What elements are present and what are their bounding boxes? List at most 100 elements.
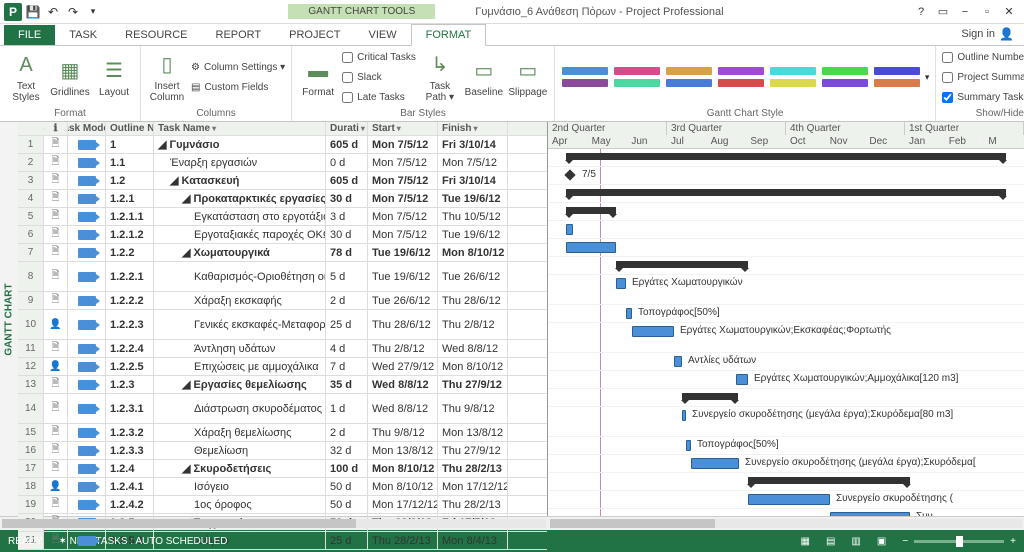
finish-cell[interactable]: Thu 28/2/13: [438, 496, 508, 513]
task-bar[interactable]: [830, 512, 910, 516]
duration-cell[interactable]: 50 d: [326, 496, 368, 513]
undo-icon[interactable]: ↶: [44, 3, 62, 21]
task-grid[interactable]: ℹ Task Mode▾ Outline Number▾ Task Name▾ …: [18, 122, 548, 516]
start-cell[interactable]: Thu 2/8/12: [368, 340, 438, 357]
row-number[interactable]: 17: [18, 460, 44, 477]
finish-cell[interactable]: Mon 17/12/12: [438, 478, 508, 495]
gantt-row[interactable]: Εργάτες Χωματουργικών;Αμμοχάλικα[120 m3]: [548, 371, 1024, 389]
duration-cell[interactable]: 100 d: [326, 460, 368, 477]
start-cell[interactable]: Thu 9/8/12: [368, 424, 438, 441]
finish-cell[interactable]: Thu 28/6/12: [438, 292, 508, 309]
start-cell[interactable]: Thu 28/6/12: [368, 310, 438, 339]
start-cell[interactable]: Tue 19/6/12: [368, 244, 438, 261]
task-mode-cell[interactable]: [68, 460, 106, 477]
duration-cell[interactable]: 25 d: [326, 310, 368, 339]
task-name-cell[interactable]: Επιχώσεις με αμμοχάλικα: [154, 358, 326, 375]
task-mode-cell[interactable]: [68, 424, 106, 441]
summary-bar[interactable]: [566, 153, 1006, 160]
zoom-in-icon[interactable]: +: [1010, 536, 1016, 547]
qat-more-icon[interactable]: ▾: [84, 3, 102, 21]
outline-cell[interactable]: 1.2.2.5: [106, 358, 154, 375]
layout-button[interactable]: ☰Layout: [94, 57, 134, 98]
task-mode-cell[interactable]: [68, 376, 106, 393]
table-row[interactable]: 11🗎1.2.2.4Άντληση υδάτων4 dThu 2/8/12Wed…: [18, 340, 547, 358]
task-bar[interactable]: [748, 494, 830, 505]
task-mode-cell[interactable]: [68, 226, 106, 243]
row-number[interactable]: 18: [18, 478, 44, 495]
summary-bar[interactable]: [616, 261, 748, 268]
table-row[interactable]: 8🗎1.2.2.1Καθαρισμός-Οριοθέτηση οικοπέδου…: [18, 262, 547, 292]
task-name-cell[interactable]: Ισόγειο: [154, 478, 326, 495]
horizontal-scrollbars[interactable]: [0, 516, 1024, 530]
outline-cell[interactable]: 1.2.1.1: [106, 208, 154, 225]
table-row[interactable]: 12👤1.2.2.5Επιχώσεις με αμμοχάλικα7 dWed …: [18, 358, 547, 376]
task-name-cell[interactable]: ◢ Εργασίες θεμελίωσης: [154, 376, 326, 393]
row-number[interactable]: 16: [18, 442, 44, 459]
summary-tasks-check[interactable]: Summary Tasks: [942, 88, 1024, 106]
outline-cell[interactable]: 1.2.4: [106, 460, 154, 477]
duration-cell[interactable]: 30 d: [326, 190, 368, 207]
outline-cell[interactable]: 1.2.2.1: [106, 262, 154, 291]
row-number[interactable]: 9: [18, 292, 44, 309]
finish-cell[interactable]: Wed 8/8/12: [438, 340, 508, 357]
outline-cell[interactable]: 1: [106, 136, 154, 153]
finish-cell[interactable]: Fri 3/10/14: [438, 172, 508, 189]
task-name-cell[interactable]: Εγκατάσταση στο εργοτάξιο: [154, 208, 326, 225]
start-cell[interactable]: Mon 17/12/12: [368, 496, 438, 513]
gantt-row[interactable]: [548, 221, 1024, 239]
table-row[interactable]: 18👤1.2.4.1Ισόγειο50 dMon 8/10/12Mon 17/1…: [18, 478, 547, 496]
row-number[interactable]: 2: [18, 154, 44, 171]
finish-cell[interactable]: Mon 8/4/13: [438, 532, 508, 549]
insert-column-button[interactable]: ▯Insert Column: [147, 51, 187, 103]
duration-cell[interactable]: 605 d: [326, 136, 368, 153]
gantt-row[interactable]: [548, 473, 1024, 491]
outline-cell[interactable]: 1.2.4.1: [106, 478, 154, 495]
col-duration[interactable]: Durati▾: [326, 122, 368, 135]
task-name-cell[interactable]: Χάραξη εκσκαφής: [154, 292, 326, 309]
table-row[interactable]: 4🗎1.2.1◢ Προκαταρκτικές εργασίες30 dMon …: [18, 190, 547, 208]
gridlines-button[interactable]: ▦Gridlines: [50, 57, 90, 98]
col-outline[interactable]: Outline Number▾: [106, 122, 154, 135]
view-shortcut-task[interactable]: ▤: [826, 536, 835, 547]
critical-tasks-check[interactable]: Critical Tasks: [342, 48, 416, 66]
duration-cell[interactable]: 50 d: [326, 478, 368, 495]
tab-task[interactable]: TASK: [55, 25, 111, 45]
outline-cell[interactable]: 1.2: [106, 172, 154, 189]
task-mode-cell[interactable]: [68, 136, 106, 153]
finish-cell[interactable]: Mon 7/5/12: [438, 154, 508, 171]
table-row[interactable]: 19🗎1.2.4.21ος όροφος50 dMon 17/12/12Thu …: [18, 496, 547, 514]
row-number[interactable]: 10: [18, 310, 44, 339]
task-bar[interactable]: [566, 224, 573, 235]
task-name-cell[interactable]: ◢ Χωματουργικά: [154, 244, 326, 261]
start-cell[interactable]: Mon 7/5/12: [368, 136, 438, 153]
task-bar[interactable]: [632, 326, 674, 337]
outline-cell[interactable]: 1.2.4.2: [106, 496, 154, 513]
duration-cell[interactable]: 2 d: [326, 292, 368, 309]
row-number[interactable]: 5: [18, 208, 44, 225]
finish-cell[interactable]: Thu 9/8/12: [438, 394, 508, 423]
summary-bar[interactable]: [566, 189, 1006, 196]
close-button[interactable]: ✕: [1000, 3, 1018, 21]
duration-cell[interactable]: 25 d: [326, 532, 368, 549]
start-cell[interactable]: Tue 19/6/12: [368, 262, 438, 291]
duration-cell[interactable]: 30 d: [326, 226, 368, 243]
duration-cell[interactable]: 5 d: [326, 262, 368, 291]
outline-cell[interactable]: 1.2.1: [106, 190, 154, 207]
text-styles-button[interactable]: AText Styles: [6, 51, 46, 103]
duration-cell[interactable]: 3 d: [326, 208, 368, 225]
gantt-row[interactable]: [548, 389, 1024, 407]
baseline-button[interactable]: ▭Baseline: [464, 57, 504, 98]
outline-cell[interactable]: 1.2.2.4: [106, 340, 154, 357]
gantt-row[interactable]: [548, 185, 1024, 203]
start-cell[interactable]: Mon 7/5/12: [368, 208, 438, 225]
gantt-row[interactable]: [548, 239, 1024, 257]
summary-bar[interactable]: [566, 207, 616, 214]
row-number[interactable]: 8: [18, 262, 44, 291]
save-icon[interactable]: 💾: [24, 3, 42, 21]
task-name-cell[interactable]: Χάραξη θεμελίωσης: [154, 424, 326, 441]
task-name-cell[interactable]: 1ος όροφος: [154, 496, 326, 513]
row-number[interactable]: 7: [18, 244, 44, 261]
task-name-cell[interactable]: Άντληση υδάτων: [154, 340, 326, 357]
task-mode-cell[interactable]: [68, 442, 106, 459]
minimize-button[interactable]: −: [956, 3, 974, 21]
